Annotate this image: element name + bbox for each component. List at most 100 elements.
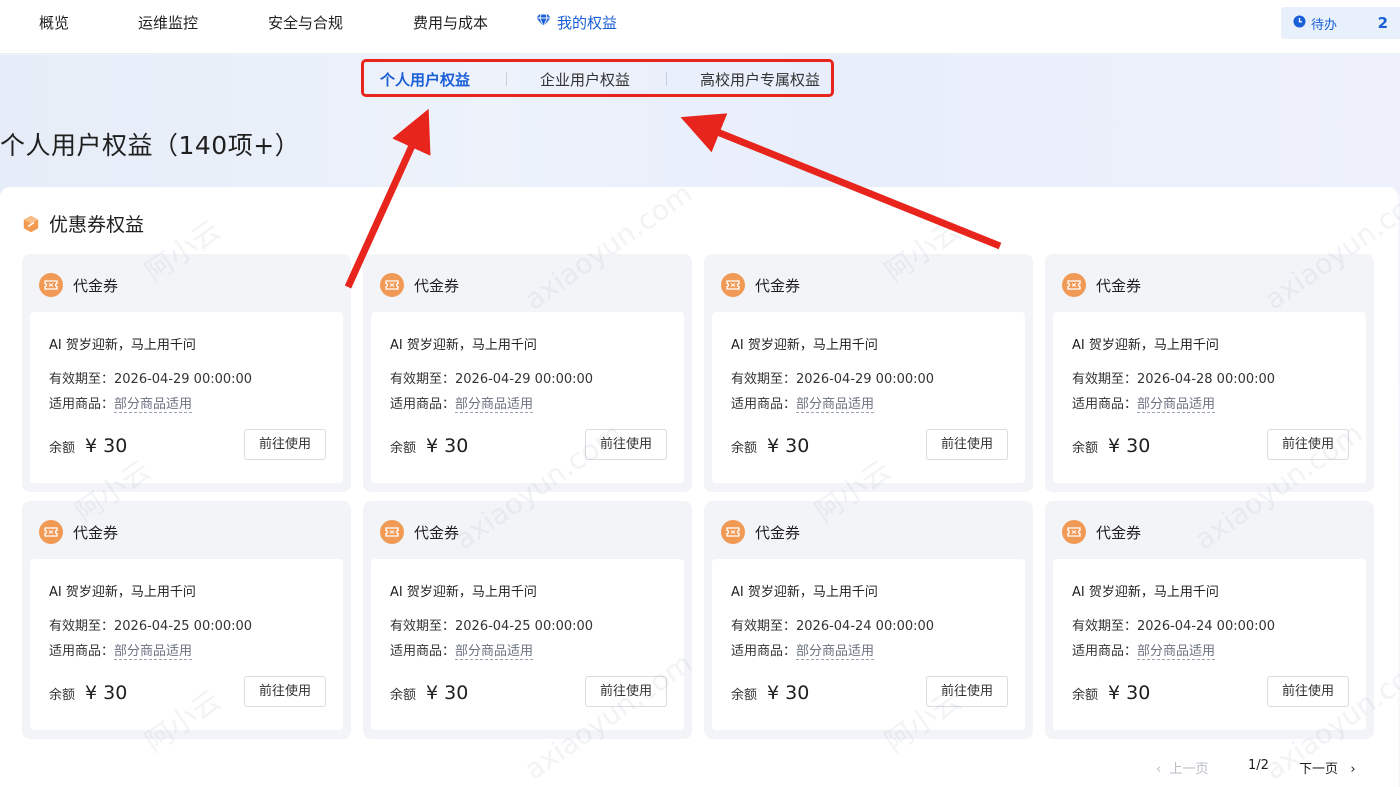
pagination-next[interactable]: 下一页 ›: [1299, 758, 1356, 777]
tab-enterprise-benefits[interactable]: 企业用户权益: [540, 69, 630, 90]
coupon-section-icon: [22, 215, 40, 233]
coupon-expiry: 有效期至：2026-04-24 00:00:00: [1072, 619, 1276, 634]
nav-label: 运维监控: [138, 14, 199, 32]
coupon-scope: 适用商品：部分商品适用: [49, 640, 193, 660]
card-body: AI 贺岁迎新，马上用千问 有效期至：2026-04-24 00:00:00 适用商…: [1053, 559, 1366, 730]
coupon-card: 代金券 AI 贺岁迎新，马上用千问 有效期至：2026-04-24 00:00:00…: [1045, 501, 1374, 739]
scope-value-link[interactable]: 部分商品适用: [114, 397, 193, 413]
coupon-expiry: 有效期至：2026-04-29 00:00:00: [731, 372, 935, 387]
chevron-left-icon: ‹: [1156, 762, 1162, 777]
balance-label: 余额: [390, 441, 417, 456]
card-type: 代金券: [755, 523, 801, 542]
ticket-icon: [1062, 520, 1086, 544]
scope-label: 适用商品：: [731, 644, 797, 659]
use-coupon-button[interactable]: 前往使用: [1267, 676, 1349, 707]
nav-item-cost[interactable]: 费用与成本: [413, 0, 488, 46]
coupon-card: 代金券 AI 贺岁迎新，马上用千问 有效期至：2026-04-29 00:00:00…: [363, 254, 692, 492]
balance-amount: ¥ 30: [85, 435, 128, 457]
use-coupon-button[interactable]: 前往使用: [585, 676, 667, 707]
coupon-scope: 适用商品：部分商品适用: [49, 393, 193, 413]
balance-amount: ¥ 30: [426, 682, 469, 704]
card-body: AI 贺岁迎新，马上用千问 有效期至：2026-04-24 00:00:00 适用商…: [712, 559, 1025, 730]
nav-item-overview[interactable]: 概览: [39, 0, 69, 46]
coupon-name: AI 贺岁迎新，马上用千问: [1072, 338, 1219, 353]
use-coupon-button[interactable]: 前往使用: [926, 429, 1008, 460]
nav-item-my-benefits[interactable]: 我的权益: [536, 0, 617, 46]
coupon-scope: 适用商品：部分商品适用: [390, 640, 534, 660]
coupon-balance: 余额 ¥ 30: [731, 435, 809, 457]
nav-item-ops-monitoring[interactable]: 运维监控: [138, 0, 198, 46]
card-body: AI 贺岁迎新，马上用千问 有效期至：2026-04-25 00:00:00 适用商…: [30, 559, 343, 730]
scope-value-link[interactable]: 部分商品适用: [796, 397, 875, 413]
use-coupon-button[interactable]: 前往使用: [926, 676, 1008, 707]
scope-value-link[interactable]: 部分商品适用: [455, 397, 534, 413]
card-body: AI 贺岁迎新，马上用千问有效期至：2026-04-29 00:00:00 适用商…: [712, 312, 1025, 483]
card-header: 代金券: [39, 273, 118, 297]
balance-amount: ¥ 30: [85, 682, 128, 704]
coupon-balance: 余额 ¥ 30: [1072, 682, 1150, 704]
coupon-scope: 适用商品：部分商品适用: [1072, 393, 1216, 413]
coupon-card: 代金券 AI 贺岁迎新，马上用千问 有效期至：2026-04-25 00:00:00…: [22, 501, 351, 739]
coupon-name: AI 贺岁迎新，马上用千问: [731, 338, 878, 353]
nav-label: 安全与合规: [268, 14, 344, 32]
coupon-scope: 适用商品：部分商品适用: [731, 640, 875, 660]
nav-label: 我的权益: [557, 14, 618, 32]
scope-value-link[interactable]: 部分商品适用: [114, 644, 193, 660]
balance-amount: ¥ 30: [767, 682, 810, 704]
next-label: 下一页: [1299, 762, 1339, 777]
todo-label: 待办: [1311, 17, 1338, 33]
nav-label: 概览: [39, 14, 70, 32]
balance-label: 余额: [1072, 441, 1099, 456]
scope-label: 适用商品：: [49, 644, 115, 659]
coupon-scope: 适用商品：部分商品适用: [390, 393, 534, 413]
tab-divider: [506, 72, 507, 86]
scope-value-link[interactable]: 部分商品适用: [1137, 644, 1216, 660]
coupon-card: 代金券 AI 贺岁迎新，马上用千问有效期至：2026-04-29 00:00:00…: [22, 254, 351, 492]
todo-button[interactable]: 待办 2: [1281, 7, 1400, 39]
card-header: 代金券: [721, 520, 800, 544]
tab-personal-benefits[interactable]: 个人用户权益: [380, 69, 470, 90]
scope-value-link[interactable]: 部分商品适用: [455, 644, 534, 660]
todo-count: 2: [1377, 14, 1388, 32]
ticket-icon: [39, 520, 63, 544]
coupon-scope: 适用商品：部分商品适用: [731, 393, 875, 413]
card-header: 代金券: [380, 520, 459, 544]
use-coupon-button[interactable]: 前往使用: [585, 429, 667, 460]
scope-value-link[interactable]: 部分商品适用: [1137, 397, 1216, 413]
card-type: 代金券: [414, 276, 460, 295]
balance-label: 余额: [49, 688, 76, 703]
card-body: AI 贺岁迎新，马上用千问 有效期至：2026-04-29 00:00:00 适用商…: [371, 312, 684, 483]
card-body: AI 贺岁迎新，马上用千问有效期至：2026-04-29 00:00:00 适用商…: [30, 312, 343, 483]
card-header: 代金券: [380, 273, 459, 297]
coupon-card: 代金券 AI 贺岁迎新，马上用千问 有效期至：2026-04-28 00:00:00…: [1045, 254, 1374, 492]
coupon-balance: 余额 ¥ 30: [1072, 435, 1150, 457]
use-coupon-button[interactable]: 前往使用: [244, 676, 326, 707]
tab-divider: [666, 72, 667, 86]
benefit-subtabs: 个人用户权益 企业用户权益 高校用户专属权益: [361, 59, 834, 97]
coupon-balance: 余额 ¥ 30: [49, 435, 127, 457]
coupon-expiry: 有效期至：2026-04-28 00:00:00: [1072, 372, 1276, 387]
coupon-expiry: 有效期至：2026-04-25 00:00:00: [390, 619, 594, 634]
balance-amount: ¥ 30: [767, 435, 810, 457]
coupon-balance: 余额 ¥ 30: [49, 682, 127, 704]
card-type: 代金券: [73, 276, 119, 295]
coupon-name: AI 贺岁迎新，马上用千问: [390, 585, 537, 600]
clock-icon: [1293, 15, 1306, 32]
coupon-expiry: 有效期至：2026-04-29 00:00:00: [49, 372, 253, 387]
card-type: 代金券: [414, 523, 460, 542]
balance-amount: ¥ 30: [426, 435, 469, 457]
pagination-prev[interactable]: ‹ 上一页: [1156, 758, 1208, 777]
coupon-card: 代金券 AI 贺岁迎新，马上用千问有效期至：2026-04-25 00:00:00…: [363, 501, 692, 739]
ticket-icon: [721, 520, 745, 544]
chevron-right-icon: ›: [1350, 762, 1356, 777]
use-coupon-button[interactable]: 前往使用: [1267, 429, 1349, 460]
coupon-name: AI 贺岁迎新，马上用千问: [49, 338, 196, 353]
scope-value-link[interactable]: 部分商品适用: [796, 644, 875, 660]
ticket-icon: [39, 273, 63, 297]
use-coupon-button[interactable]: 前往使用: [244, 429, 326, 460]
tab-university-benefits[interactable]: 高校用户专属权益: [700, 69, 820, 90]
card-type: 代金券: [755, 276, 801, 295]
page-title: 个人用户权益（140项+）: [0, 131, 301, 160]
card-header: 代金券: [1062, 520, 1141, 544]
nav-item-security-compliance[interactable]: 安全与合规: [268, 0, 343, 46]
